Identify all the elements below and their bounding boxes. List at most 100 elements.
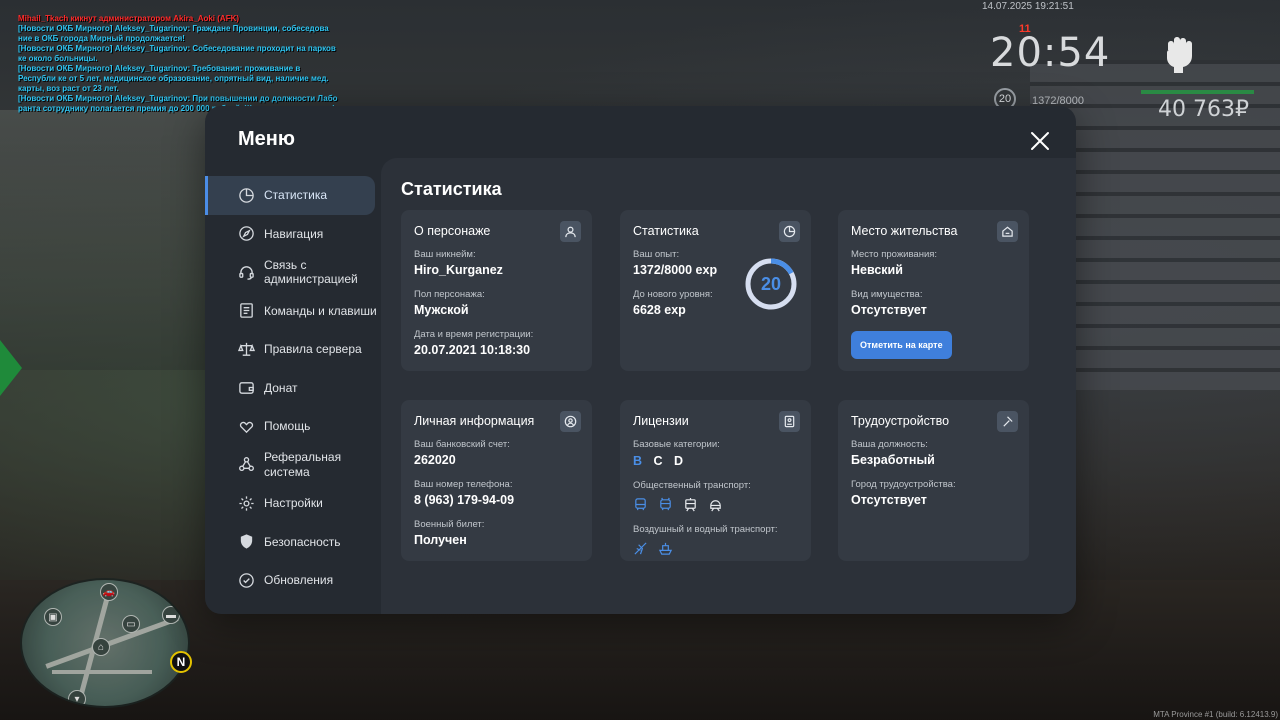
chat-line: [Новости ОКБ Мирного] Aleksey_Tugarinov:… xyxy=(18,24,329,43)
sidebar-item-rules[interactable]: Правила сервера xyxy=(205,330,381,369)
personal-info-card: Личная информация Ваш банковский счет: 2… xyxy=(401,400,592,561)
gear-icon xyxy=(238,495,255,512)
pie-chart-icon xyxy=(779,221,800,242)
user-circle-icon xyxy=(560,411,581,432)
sidebar-item-label: Безопасность xyxy=(264,534,341,549)
background-building-left xyxy=(0,110,210,370)
fist-icon xyxy=(1160,34,1196,74)
sidebar-item-commands[interactable]: Команды и клавиши xyxy=(205,292,381,331)
sidebar-item-security[interactable]: Безопасность xyxy=(205,523,381,562)
gender-label: Пол персонажа: xyxy=(414,289,485,300)
tram-icon xyxy=(683,497,698,512)
sidebar-item-label: Навигация xyxy=(264,226,324,241)
scales-icon xyxy=(237,341,256,358)
document-icon xyxy=(238,302,255,319)
registration-value: 20.07.2021 10:18:30 xyxy=(414,343,531,357)
shirt-icon: ▾ xyxy=(68,690,86,706)
green-marker-arrow-icon xyxy=(0,340,22,396)
sidebar-item-referral[interactable]: Реферальная система xyxy=(205,446,381,485)
bus-icon: ▣ xyxy=(44,608,62,626)
bank-account-label: Ваш банковский счет: xyxy=(414,439,510,450)
sidebar-item-label: Донат xyxy=(264,380,298,395)
metro-icon xyxy=(708,497,723,512)
minimap: 🚗 ▣ ▭ ▬ ⌂ ▾ xyxy=(20,578,190,708)
hud-datetime: 14.07.2025 19:21:51 xyxy=(982,1,1074,12)
work-city-value: Отсутствует xyxy=(851,493,927,507)
user-icon xyxy=(560,221,581,242)
sidebar-item-label: Статистика xyxy=(264,188,328,202)
headset-icon xyxy=(238,264,255,281)
card-title: О персонаже xyxy=(414,224,491,238)
north-compass-icon: N xyxy=(170,651,192,673)
bus-icon xyxy=(633,497,648,512)
sidebar-item-label: Обновления xyxy=(264,573,334,587)
license-categories: B C D xyxy=(633,454,798,468)
sidebar-item-navigation[interactable]: Навигация xyxy=(205,215,381,254)
car-icon: ▭ xyxy=(122,615,140,633)
shield-icon xyxy=(238,533,255,550)
mark-on-map-button[interactable]: Отметить на карте xyxy=(851,331,952,359)
close-button[interactable] xyxy=(1025,126,1055,156)
phone-value: 8 (963) 179-94-09 xyxy=(414,493,515,507)
card-title: Трудоустройство xyxy=(851,414,950,428)
air-water-licenses xyxy=(633,541,798,556)
gender-value: Мужской xyxy=(414,303,469,317)
military-id-value: Получен xyxy=(414,533,467,547)
work-city-label: Город трудоустройства: xyxy=(851,479,956,490)
chat-line: [Новости ОКБ Мирного] Aleksey_Tugarinov:… xyxy=(18,44,336,63)
base-categories-label: Базовые категории: xyxy=(633,439,720,450)
sidebar-item-donate[interactable]: Донат xyxy=(205,369,381,408)
chat-line: [Новости ОКБ Мирного] Aleksey_Tugarinov:… xyxy=(18,64,329,93)
boat-icon xyxy=(658,541,673,556)
military-id-label: Военный билет: xyxy=(414,519,485,530)
character-card: О персонаже Ваш никнейм: Hiro_Kurganez П… xyxy=(401,210,592,371)
sidebar-item-settings[interactable]: Настройки xyxy=(205,484,381,523)
compass-icon xyxy=(238,225,255,242)
level-progress-ring: 20 xyxy=(743,256,799,312)
position-label: Ваша должность: xyxy=(851,439,928,450)
sidebar-item-help[interactable]: Помощь xyxy=(205,407,381,446)
nickname-label: Ваш никнейм: xyxy=(414,249,476,260)
nickname-value: Hiro_Kurganez xyxy=(414,263,503,277)
trolleybus-icon xyxy=(658,497,673,512)
menu-sidebar: Статистика Навигация Связь с администрац… xyxy=(205,176,381,600)
position-value: Безработный xyxy=(851,453,935,467)
phone-label: Ваш номер телефона: xyxy=(414,479,513,490)
employment-card: Трудоустройство Ваша должность: Безработ… xyxy=(838,400,1029,561)
sidebar-item-label: Правила сервера xyxy=(264,342,362,356)
public-transport-licenses xyxy=(633,497,798,512)
card-title: Место жительства xyxy=(851,224,958,238)
public-transport-label: Общественный транспорт: xyxy=(633,480,751,491)
registration-label: Дата и время регистрации: xyxy=(414,329,534,340)
hud-money: 40 763₽ xyxy=(1158,97,1249,122)
level-value: 20 xyxy=(760,273,782,294)
main-menu-window: Меню Статистика Навигация Связь с админи… xyxy=(205,106,1076,614)
network-icon xyxy=(238,456,255,473)
stats-card: Статистика Ваш опыт: 1372/8000 exp До но… xyxy=(620,210,811,371)
minimap-road xyxy=(52,670,152,674)
sidebar-item-statistics[interactable]: Статистика xyxy=(205,176,375,215)
page-title: Статистика xyxy=(401,179,502,199)
residence-card: Место жительства Место проживания: Невск… xyxy=(838,210,1029,371)
house-icon: ⌂ xyxy=(92,638,110,656)
card-title: Статистика xyxy=(633,224,699,238)
sidebar-item-admin-contact[interactable]: Связь с администрацией xyxy=(205,253,381,292)
license-category-b: B xyxy=(633,454,647,468)
check-circle-icon xyxy=(238,572,255,589)
truck-icon: ▬ xyxy=(162,606,180,624)
sidebar-item-label: Реферальная система xyxy=(264,450,342,479)
property-label: Вид имущества: xyxy=(851,289,923,300)
hud-clock: 20:54 xyxy=(990,30,1111,76)
close-icon xyxy=(1031,132,1049,150)
license-category-d: D xyxy=(674,454,688,468)
sidebar-item-label: Команды и клавиши xyxy=(264,303,377,318)
chat-line: Mihail_Tkach кикнут администратором Akir… xyxy=(18,14,240,23)
sidebar-item-label: Связь с администрацией xyxy=(264,257,358,287)
minimap-road xyxy=(45,616,179,669)
sidebar-item-label: Настройки xyxy=(264,496,323,510)
air-water-transport-label: Воздушный и водный транспорт: xyxy=(633,524,778,535)
card-title: Личная информация xyxy=(414,414,535,428)
wallet-icon xyxy=(238,379,255,396)
card-title: Лицензии xyxy=(633,414,689,428)
sidebar-item-updates[interactable]: Обновления xyxy=(205,561,381,600)
